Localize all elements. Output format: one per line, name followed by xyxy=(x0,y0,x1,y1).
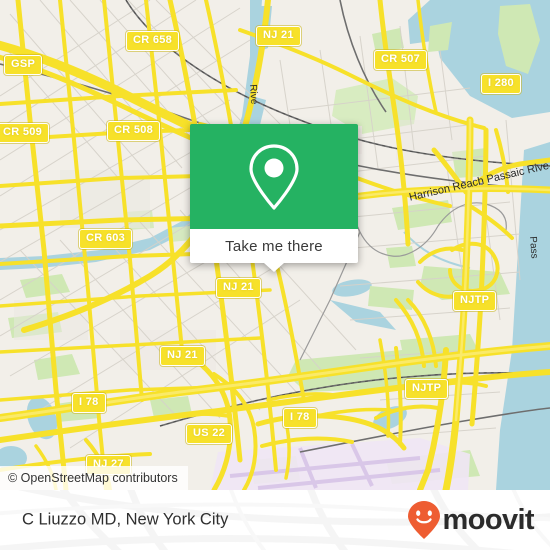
osm-attribution-text: © OpenStreetMap contributors xyxy=(8,471,178,485)
moovit-logo[interactable]: moovit xyxy=(407,500,535,540)
place-title: C Liuzzo MD, New York City xyxy=(22,510,229,529)
road-shield-cr507: CR 507 xyxy=(374,50,428,70)
road-shield-nj21-n: NJ 21 xyxy=(256,26,301,46)
road-shield-nj21-c: NJ 21 xyxy=(216,278,261,298)
water-label: Pass xyxy=(527,236,540,259)
road-shield-us22: US 22 xyxy=(186,424,233,444)
place-callout-card[interactable]: Take me there xyxy=(190,124,358,272)
place-card-image xyxy=(190,124,358,229)
road-shield-i78-w: I 78 xyxy=(72,393,106,413)
moovit-pin-smiley-icon xyxy=(407,501,440,539)
moovit-wordmark: moovit xyxy=(442,503,535,536)
callout-tail-icon xyxy=(264,263,284,272)
water-label: Rive xyxy=(247,84,260,105)
footer-bar: C Liuzzo MD, New York City moovit xyxy=(0,490,550,550)
road-shield-cr658: CR 658 xyxy=(126,31,180,51)
road-shield-cr508: CR 508 xyxy=(107,121,161,141)
osm-attribution[interactable]: © OpenStreetMap contributors xyxy=(0,466,188,490)
road-shield-gsp: GSP xyxy=(4,55,43,75)
road-shield-cr603: CR 603 xyxy=(79,229,133,249)
road-shield-cr509: CR 509 xyxy=(0,123,50,143)
road-shield-njtp-n: NJTP xyxy=(453,291,497,311)
road-shield-i78-e: I 78 xyxy=(283,408,317,428)
map-canvas[interactable]: Rive Harrison Reach Passaic Rive Pass GS… xyxy=(0,0,550,490)
take-me-there-label: Take me there xyxy=(225,237,323,255)
road-shield-i280: I 280 xyxy=(481,74,521,94)
moovit-place-map-screen: Rive Harrison Reach Passaic Rive Pass GS… xyxy=(0,0,550,550)
road-shield-njtp-s: NJTP xyxy=(405,379,449,399)
map-pin-icon xyxy=(249,143,299,210)
road-shield-nj21-s: NJ 21 xyxy=(160,346,205,366)
take-me-there-button[interactable]: Take me there xyxy=(190,229,358,272)
